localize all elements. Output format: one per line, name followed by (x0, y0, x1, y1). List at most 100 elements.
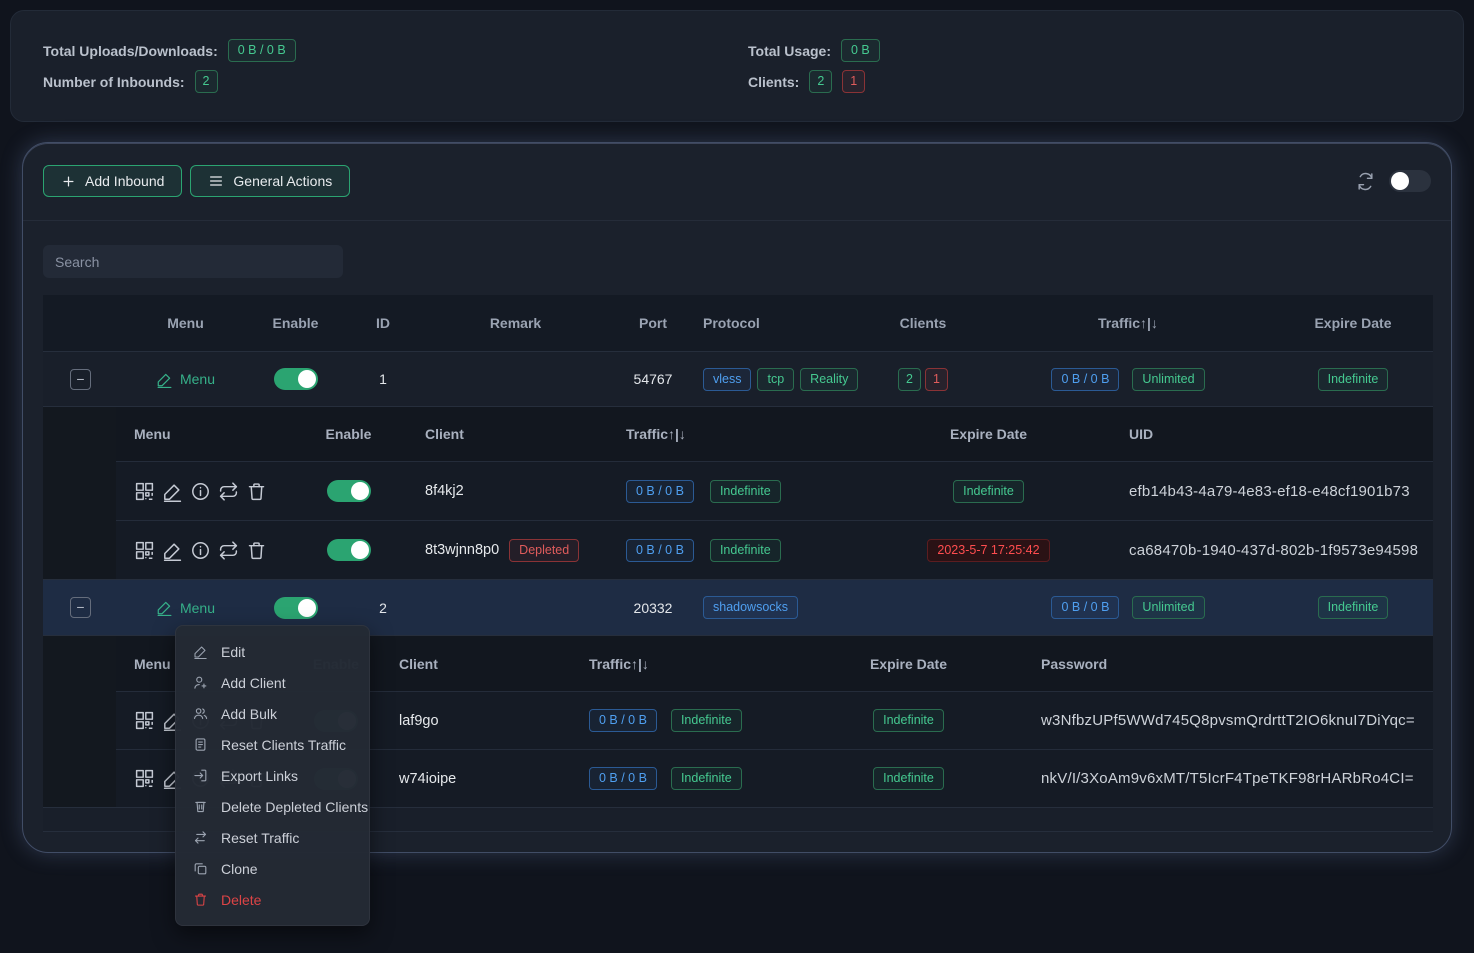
menu-item-label: Reset Clients Traffic (221, 737, 346, 753)
auto-refresh-toggle[interactable] (1389, 170, 1431, 192)
client-password: w3NfbzUPf5WWd745Q8pvsmQrdrttT2IO6knuI7Di… (1001, 712, 1433, 729)
toggle-knob (298, 599, 316, 617)
plus-icon (61, 174, 76, 189)
client-enable-toggle[interactable] (327, 539, 371, 561)
reset-traffic-icon[interactable] (218, 540, 239, 561)
menu-item-label: Add Client (221, 675, 286, 691)
file-icon (193, 737, 208, 752)
header-client: Client (371, 656, 556, 672)
menu-item-reset-traffic[interactable]: Reset Traffic (176, 822, 369, 853)
header-expire-date: Expire Date (816, 656, 1001, 672)
menu-item-delete[interactable]: Delete (176, 884, 369, 915)
qr-code-icon[interactable] (134, 768, 155, 789)
menu-item-add-bulk[interactable]: Add Bulk (176, 698, 369, 729)
menu-item-reset-clients-traffic[interactable]: Reset Clients Traffic (176, 729, 369, 760)
inbound-protocol-tags: shadowsocks (703, 596, 863, 619)
qr-code-icon[interactable] (134, 481, 155, 502)
clone-icon (193, 861, 208, 876)
info-icon[interactable] (190, 540, 211, 561)
toolbar: Add Inbound General Actions (43, 165, 1431, 197)
user-add-icon (193, 675, 208, 690)
qr-code-icon[interactable] (134, 540, 155, 561)
general-actions-button[interactable]: General Actions (190, 165, 350, 197)
menu-item-label: Reset Traffic (221, 830, 299, 846)
inbound-port: 20332 (603, 600, 703, 616)
add-inbound-label: Add Inbound (85, 173, 164, 189)
header-traffic[interactable]: Traffic↑|↓ (983, 315, 1273, 331)
collapse-row-button[interactable]: − (70, 597, 91, 618)
add-inbound-button[interactable]: Add Inbound (43, 165, 182, 197)
search-input[interactable] (43, 245, 343, 278)
header-traffic[interactable]: Traffic↑|↓ (581, 426, 871, 442)
client-enable-toggle[interactable] (327, 480, 371, 502)
reset-traffic-icon[interactable] (218, 481, 239, 502)
inbound-expire: Indefinite (1273, 596, 1433, 619)
trash-icon[interactable] (246, 481, 267, 502)
expire-badge: Indefinite (1318, 368, 1389, 391)
menu-item-label: Export Links (221, 768, 298, 784)
protocol-tag: shadowsocks (703, 596, 798, 619)
stat-label: Total Usage: (748, 43, 831, 59)
stat-value-badge: 2 (195, 70, 218, 93)
inbound-id: 2 (338, 600, 428, 616)
inbound-context-menu: Edit Add Client Add Bulk Reset Clients T… (175, 625, 370, 926)
expire-badge: Indefinite (953, 480, 1024, 503)
traffic-limit-badge: Indefinite (671, 767, 742, 790)
export-icon (193, 768, 208, 783)
inbound-enable-toggle[interactable] (274, 368, 318, 390)
menu-item-edit[interactable]: Edit (176, 636, 369, 667)
edit-pencil-icon (156, 371, 173, 388)
toggle-knob (298, 370, 316, 388)
menu-item-label: Clone (221, 861, 258, 877)
menu-lines-icon (208, 173, 224, 189)
row-menu-button[interactable]: Menu (156, 599, 215, 616)
qr-code-icon[interactable] (134, 710, 155, 731)
expire-badge: 2023-5-7 17:25:42 (927, 539, 1049, 562)
client-uid: efb14b43-4a79-4e83-ef18-e48cf1901b73 (1106, 483, 1433, 500)
client-name: w74ioipe (371, 771, 556, 787)
menu-item-export-links[interactable]: Export Links (176, 760, 369, 791)
header-id: ID (338, 315, 428, 331)
traffic-badge: 0 B / 0 B (1051, 596, 1119, 619)
row-menu-button[interactable]: Menu (156, 371, 215, 388)
header-uid: UID (1106, 426, 1433, 442)
toolbar-divider (23, 220, 1451, 221)
header-client: Client (391, 426, 581, 442)
menu-item-label: Delete Depleted Clients (221, 799, 368, 815)
expire-badge: Indefinite (873, 767, 944, 790)
users-icon (193, 706, 208, 721)
edit-pencil-icon (193, 644, 208, 659)
client-traffic: 0 B / 0 B Indefinite (581, 539, 871, 562)
menu-item-add-client[interactable]: Add Client (176, 667, 369, 698)
edit-pencil-icon[interactable] (162, 540, 183, 561)
refresh-icon[interactable] (1356, 172, 1375, 191)
inbound-enable-toggle[interactable] (274, 597, 318, 619)
stat-label: Number of Inbounds: (43, 74, 185, 90)
traffic-badge: 0 B / 0 B (626, 480, 694, 503)
client-name: 8t3wjnn8p0 (425, 542, 499, 558)
trash-icon[interactable] (246, 540, 267, 561)
traffic-badge: 0 B / 0 B (589, 709, 657, 732)
traffic-badge: 0 B / 0 B (626, 539, 694, 562)
traffic-badge: 0 B / 0 B (589, 767, 657, 790)
header-traffic[interactable]: Traffic↑|↓ (556, 656, 816, 672)
info-icon[interactable] (190, 481, 211, 502)
expire-badge: Indefinite (1318, 596, 1389, 619)
menu-item-delete-depleted-clients[interactable]: Delete Depleted Clients (176, 791, 369, 822)
expire-badge: Indefinite (873, 709, 944, 732)
inbounds-table-header: Menu Enable ID Remark Port Protocol Clie… (43, 295, 1433, 351)
menu-item-clone[interactable]: Clone (176, 853, 369, 884)
inbound-id: 1 (338, 371, 428, 387)
row-menu-label: Menu (180, 600, 215, 616)
stat-value-badge: 0 B / 0 B (228, 39, 296, 62)
clients-active-badge: 2 (809, 70, 832, 93)
client-uid: ca68470b-1940-437d-802b-1f9573e94598 (1106, 542, 1433, 559)
collapse-row-button[interactable]: − (70, 369, 91, 390)
edit-pencil-icon (156, 599, 173, 616)
client-actions (116, 540, 306, 561)
traffic-limit-badge: Indefinite (710, 480, 781, 503)
edit-pencil-icon[interactable] (162, 481, 183, 502)
traffic-limit-badge: Unlimited (1132, 368, 1204, 391)
stat-clients: Clients: 2 1 (748, 70, 1431, 93)
toggle-knob (351, 482, 369, 500)
